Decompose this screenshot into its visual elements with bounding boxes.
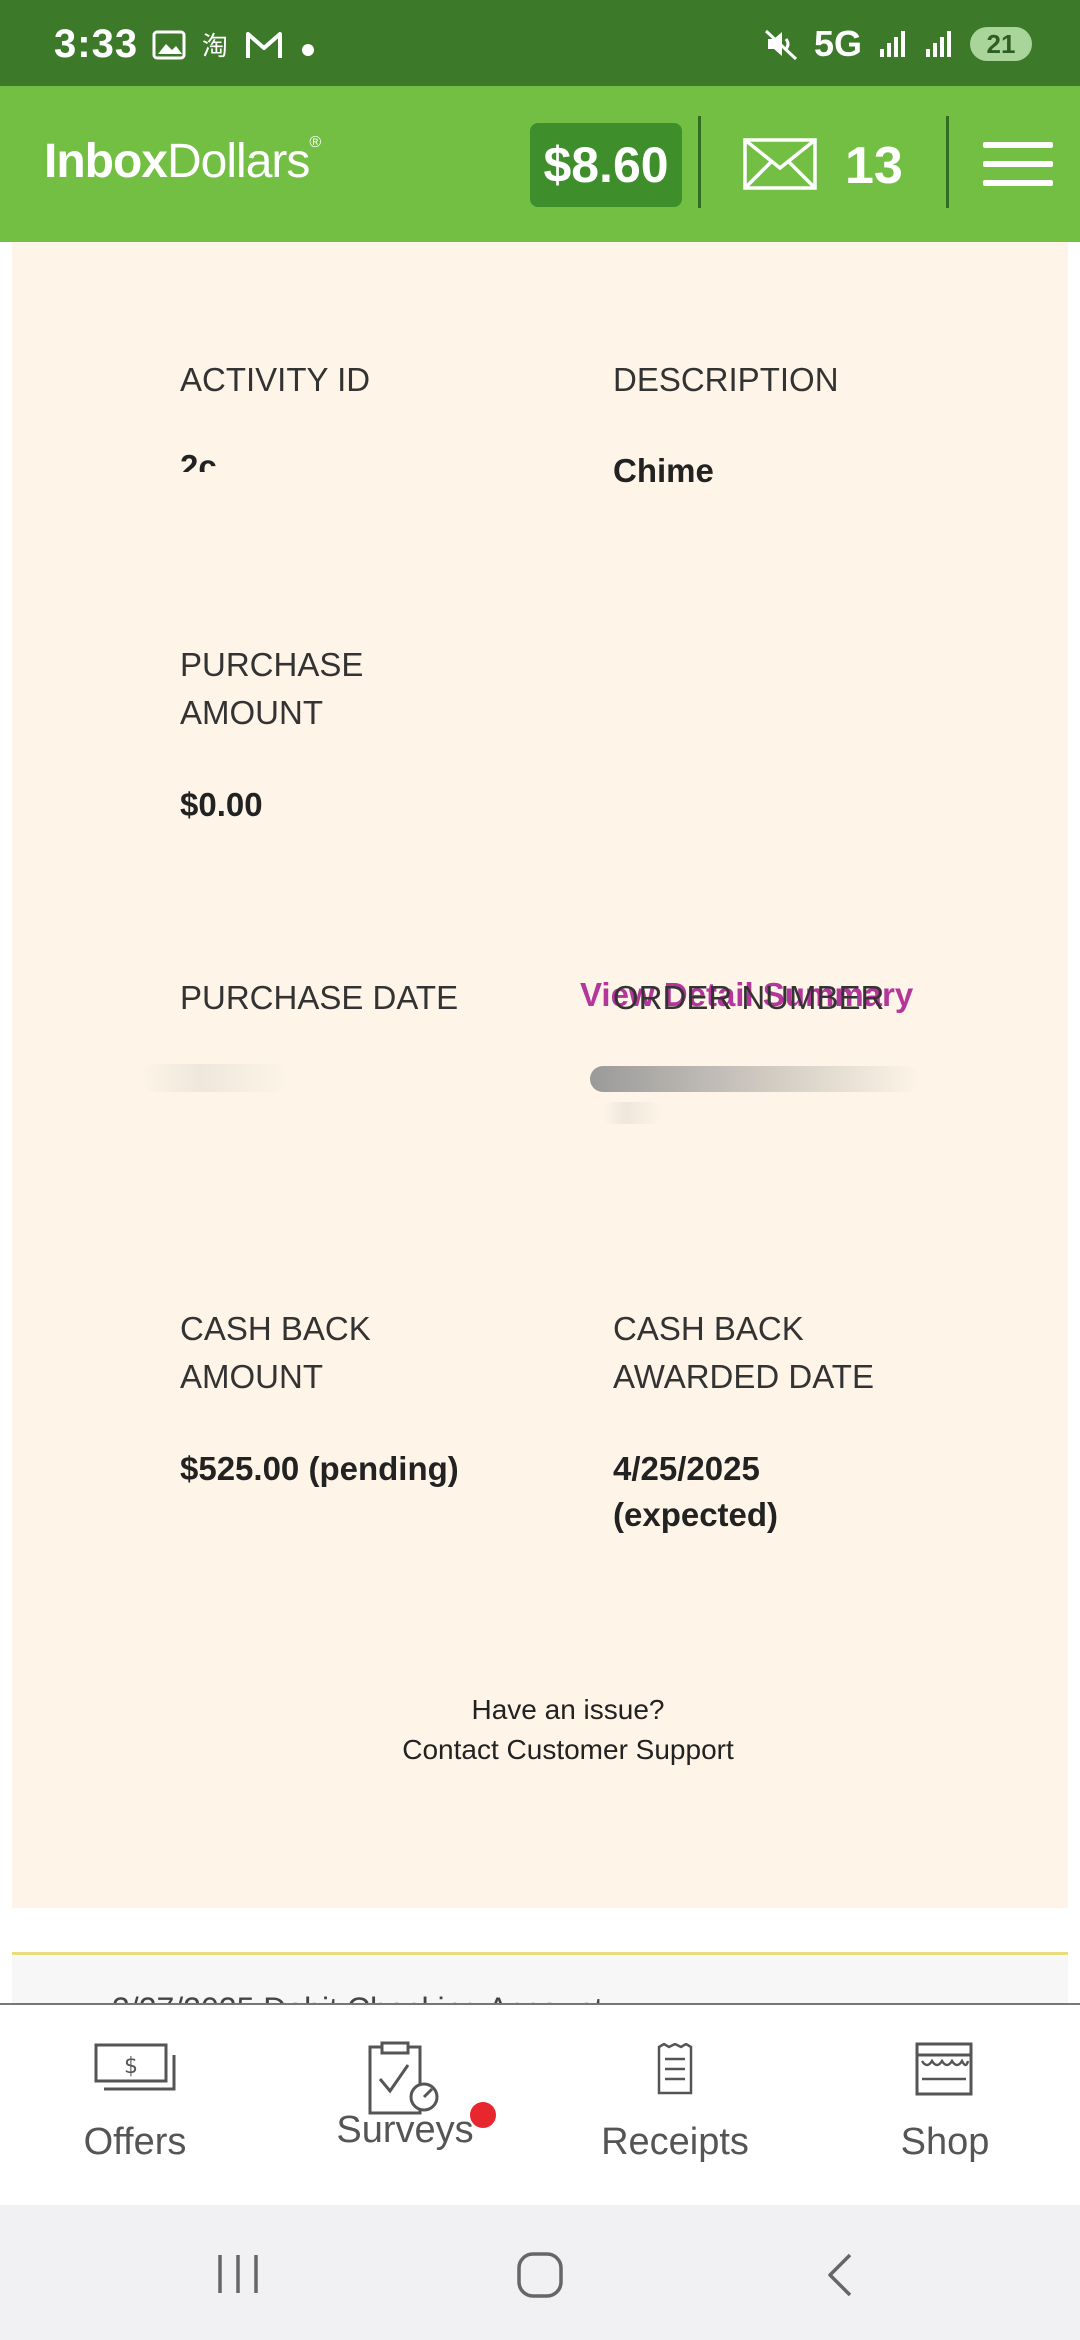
mail-count[interactable]: 13 <box>845 136 903 196</box>
mail-icon[interactable] <box>743 138 817 190</box>
nav-surveys[interactable]: Surveys <box>270 2005 540 2205</box>
order-number-redacted-2 <box>602 1102 662 1124</box>
app-logo[interactable]: InboxDollars® <box>44 134 321 189</box>
app-header: InboxDollars® $8.60 13 <box>0 86 1080 242</box>
activity-id-value: 2c <box>180 448 217 472</box>
signal-icon-2 <box>926 31 951 57</box>
purchase-amount-label-line1: PURCHASE <box>180 646 364 683</box>
purchase-amount-label-line2: AMOUNT <box>180 694 323 731</box>
contact-support-link[interactable]: Contact Customer Support <box>12 1730 1080 1770</box>
dollar-bill-icon: $ <box>94 2043 176 2091</box>
nav-receipts[interactable]: Receipts <box>540 2005 810 2205</box>
cash-back-date-label-line2: AWARDED DATE <box>613 1358 874 1395</box>
order-number-redacted <box>590 1066 920 1092</box>
status-bar: 3:33 淘 5G 21 <box>0 0 1080 86</box>
purchase-date-label: PURCHASE DATE <box>180 979 459 1016</box>
gmail-icon <box>246 32 282 58</box>
logo-regular: Dollars <box>167 135 310 188</box>
dot-icon <box>302 44 314 56</box>
taobao-icon: 淘 <box>202 32 228 60</box>
cash-back-amount-label: CASH BACK AMOUNT <box>180 1305 371 1401</box>
cash-back-date-value-line2: (expected) <box>613 1496 779 1533</box>
hamburger-menu-icon[interactable] <box>983 142 1053 186</box>
cash-back-amount-label-line2: AMOUNT <box>180 1358 323 1395</box>
signal-icon <box>880 31 905 57</box>
nav-receipts-label: Receipts <box>601 2121 749 2163</box>
bottom-navigation: $ Offers Surveys Receipts Shop <box>0 2003 1080 2205</box>
back-icon <box>828 2253 852 2297</box>
status-time: 3:33 <box>54 22 139 66</box>
description-label: DESCRIPTION <box>613 361 839 398</box>
storefront-icon <box>915 2042 973 2096</box>
home-icon <box>517 2252 563 2298</box>
logo-bold: Inbox <box>44 135 168 188</box>
cash-back-amount-label-line1: CASH BACK <box>180 1310 371 1347</box>
nav-surveys-label: Surveys <box>336 2109 474 2151</box>
description-value: Chime <box>613 452 714 489</box>
nav-offers-label: Offers <box>83 2121 187 2163</box>
cash-back-date-label-line1: CASH BACK <box>613 1310 804 1347</box>
balance-button[interactable]: $8.60 <box>530 123 682 207</box>
network-label: 5G <box>813 23 862 64</box>
gallery-icon <box>152 30 186 60</box>
svg-text:淘: 淘 <box>202 32 228 60</box>
status-right: 5G 21 <box>764 22 1032 66</box>
card-bottom-spacer <box>12 1908 1068 1950</box>
mute-icon <box>764 29 797 61</box>
nav-shop[interactable]: Shop <box>810 2005 1080 2205</box>
purchase-amount-value: $0.00 <box>180 786 263 823</box>
recent-apps-button[interactable] <box>178 2205 298 2340</box>
system-navigation-bar <box>0 2205 1080 2340</box>
header-divider-2 <box>946 116 949 208</box>
logo-mark: ® <box>309 134 321 151</box>
receipt-icon <box>657 2043 693 2095</box>
back-button[interactable] <box>782 2205 902 2340</box>
list-item[interactable]: 3/27/2025 Debit Checking Account <box>12 1955 1068 2003</box>
activity-detail-card: ACTIVITY ID 2c DESCRIPTION Chime PURCHAS… <box>12 242 1068 1908</box>
clipboard-check-icon <box>368 2041 439 2115</box>
issue-text: Have an issue? <box>471 1694 665 1725</box>
nav-shop-label: Shop <box>900 2121 990 2163</box>
header-divider <box>698 116 701 208</box>
cash-back-amount-value: $525.00 (pending) <box>180 1450 459 1487</box>
nav-offers[interactable]: $ Offers <box>0 2005 270 2205</box>
recent-apps-icon <box>218 2255 258 2293</box>
svg-text:$: $ <box>124 2054 138 2079</box>
purchase-amount-label: PURCHASE AMOUNT <box>180 641 363 737</box>
next-row-text: 3/27/2025 Debit Checking Account <box>112 1991 603 2003</box>
cash-back-date-label: CASH BACK AWARDED DATE <box>613 1305 874 1401</box>
issue-block: Have an issue? Contact Customer Support <box>12 1690 1080 1770</box>
activity-id-label: ACTIVITY ID <box>180 361 371 398</box>
order-number-label: ORDER NUMBER <box>613 979 885 1016</box>
battery-indicator: 21 <box>970 27 1032 61</box>
home-button[interactable] <box>480 2205 600 2340</box>
cash-back-date-value: 4/25/2025 (expected) <box>613 1446 778 1538</box>
cash-back-date-value-line1: 4/25/2025 <box>613 1450 760 1487</box>
purchase-date-redacted <box>140 1064 290 1092</box>
